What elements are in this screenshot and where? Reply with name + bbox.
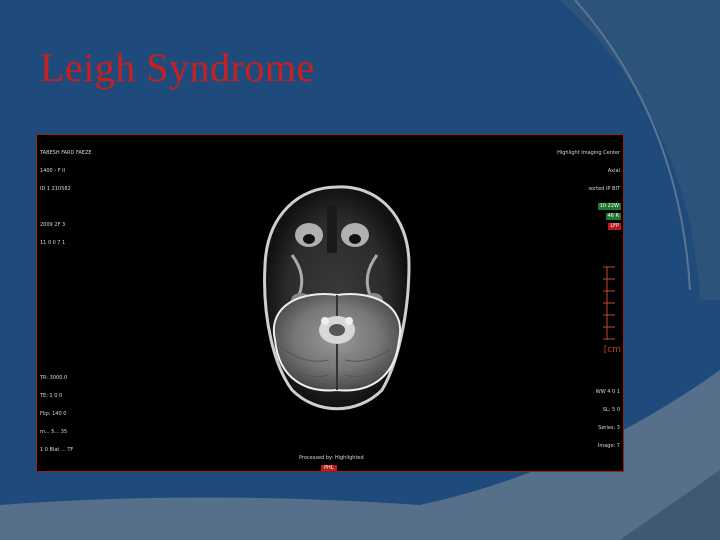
tag-red: LFP [608, 223, 621, 230]
tag-green-2: 46 R [605, 213, 621, 220]
slide-title: Leigh Syndrome [40, 45, 315, 90]
patient-info: 1400 - F II [40, 168, 66, 174]
tag-green-1: 10 22W [597, 203, 621, 210]
patient-name: TABESH FARD FAEZE [40, 150, 92, 156]
phl-tag: PHL [321, 465, 337, 471]
slice-value: SL: 5 0 [602, 407, 620, 413]
institution: Highlight Imaging Center [557, 150, 620, 156]
study-time: 11 0 II 7 1 [40, 240, 66, 246]
top-right-info: Highlight Imaging Center Axial sorted IP… [557, 138, 620, 204]
tr-value: TR: 3000.0 [40, 375, 68, 381]
bottom-left-info: TR: 3000.0 TE: 1 0 0 Flip: 140 0 m... 5.… [40, 363, 73, 465]
window-value: WW 4 0 1 [595, 389, 620, 395]
mri-axial-scan [263, 185, 615, 411]
plane: Axial [607, 168, 620, 174]
matrix-value: m... 5... 35 [40, 429, 68, 435]
scale-unit-label: [cm [603, 345, 621, 355]
image-value: Image: 7 [597, 443, 620, 449]
flip-value: Flip: 140 0 [40, 411, 67, 417]
study-date: 2009 2F 3 [40, 222, 66, 228]
series-value: Series: 3 [598, 425, 620, 431]
te-value: TE: 1 0 0 [40, 393, 63, 399]
bottom-center-info: Processed by: Highlighted [299, 455, 364, 461]
mri-image-panel: TABESH FARD FAEZE 1400 - F II ID 1 21058… [36, 134, 624, 472]
patient-id: ID 1 210582 [40, 186, 71, 192]
thickness-value: 1 0 Blat ... TF [40, 447, 74, 453]
slide: Leigh Syndrome TABESH FARD FAEZE 1400 - … [0, 0, 720, 540]
bottom-right-info: WW 4 0 1 SL: 5 0 Series: 3 Image: 7 [596, 377, 620, 461]
sequence-info: sorted IP BIT [588, 186, 620, 192]
top-left-info: TABESH FARD FAEZE 1400 - F II ID 1 21058… [40, 138, 92, 258]
